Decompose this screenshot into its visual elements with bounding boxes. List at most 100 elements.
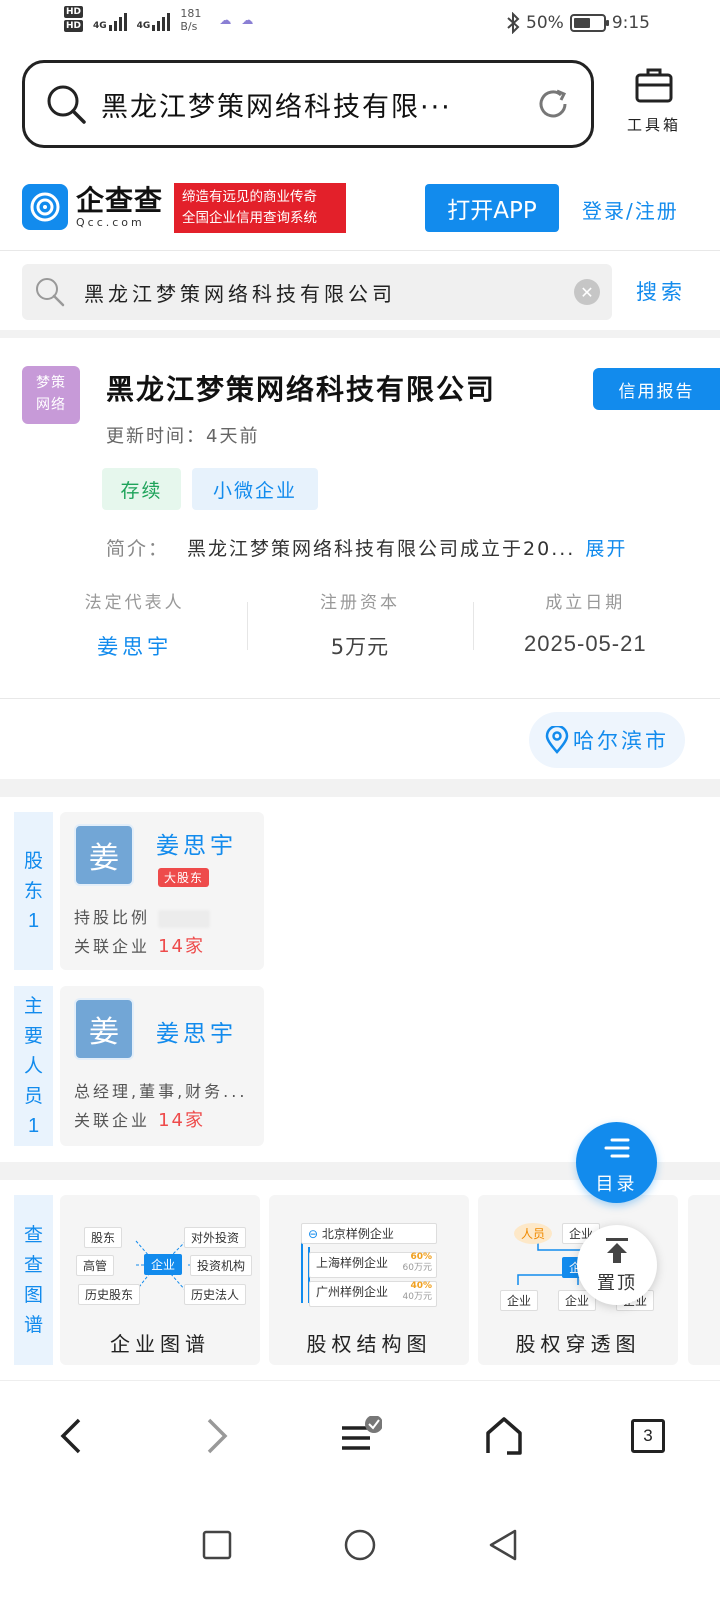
search-icon	[36, 278, 65, 307]
expand-intro-link[interactable]: 展开	[585, 538, 627, 560]
structure-row-root: ⊖ 北京样例企业	[301, 1223, 437, 1244]
qcc-logo[interactable]: 企查查 Qcc.com	[22, 184, 163, 230]
side-label-char: 股	[23, 850, 43, 872]
speed-value: 181	[180, 7, 202, 20]
side-label-char: 主	[23, 995, 43, 1017]
chevron-right-icon	[207, 1418, 228, 1453]
graph-node: 企业	[500, 1290, 539, 1311]
chevron-left-icon	[60, 1418, 81, 1453]
section-gap	[0, 330, 720, 338]
network-speed: 181 B/s	[180, 7, 201, 33]
equity-structure-card[interactable]: ⊖ 北京样例企业 上海样例企业 60% 60万元 广州样例企业 40% 40万元 股…	[269, 1195, 469, 1365]
divider	[0, 250, 720, 251]
company-name: 黑龙江梦策网络科技有限公司	[106, 373, 497, 406]
forward-button[interactable]	[176, 1396, 256, 1476]
side-label-char: 要	[23, 1025, 43, 1047]
back-triangle-icon[interactable]	[487, 1528, 519, 1562]
company-logo-line-1: 梦策	[36, 375, 66, 391]
graph-node: 历史股东	[78, 1284, 141, 1305]
shareholders-side-label[interactable]: 股 东 1	[14, 812, 53, 970]
side-label-char: 人	[23, 1055, 43, 1077]
collapse-icon: ⊖	[308, 1227, 319, 1241]
structure-row: 广州样例企业 40% 40万元	[309, 1281, 437, 1307]
battery-percent: 50%	[526, 13, 564, 33]
menu-button[interactable]	[320, 1396, 400, 1476]
location-pin-icon	[545, 726, 569, 754]
enterprise-graph-card[interactable]: 股东 对外投资 高管 企业 投资机构 历史股东 历史法人 企业图谱	[60, 1195, 260, 1365]
shareholder-name[interactable]: 姜思宇	[156, 826, 237, 860]
staff-side-label[interactable]: 主 要 人 员 1	[14, 986, 53, 1146]
holding-ratio-row: 持股比例	[74, 904, 211, 928]
related-companies-row[interactable]: 关联企业 14家	[74, 1106, 205, 1132]
stat-founded-date: 成立日期 2025-05-21	[472, 588, 698, 668]
table-of-contents-button[interactable]: 目录	[576, 1122, 657, 1203]
slogan-line-1: 缔造有远见的商业传奇	[182, 189, 317, 205]
search-value: 黑龙江梦策网络科技有限公司	[84, 281, 396, 306]
staff-card[interactable]: 姜 姜思宇 总经理,董事,财务... 关联企业 14家	[60, 986, 264, 1146]
graph-node: 高管	[76, 1255, 115, 1276]
intro-text: 黑龙江梦策网络科技有限公司成立于20...	[187, 538, 576, 560]
toc-label: 目录	[595, 1174, 638, 1195]
speed-unit: B/s	[180, 20, 198, 33]
city-label: 哈尔滨市	[573, 729, 669, 753]
company-search-input[interactable]: 黑龙江梦策网络科技有限公司 ✕	[22, 264, 612, 320]
stat-label: 法定代表人	[84, 593, 185, 613]
address-bar[interactable]: 黑龙江梦策网络科技有限···	[22, 60, 594, 148]
status-left: HD HD 4G 4G 181 B/s ☁ ☁	[64, 6, 253, 34]
stat-registered-capital: 注册资本 5万元	[247, 588, 472, 668]
system-nav-bar	[0, 1490, 720, 1600]
status-right: 50% 9:15	[506, 12, 650, 34]
notification-icon: ☁	[219, 13, 232, 27]
notification-icon: ☁	[241, 13, 254, 27]
home-button[interactable]	[464, 1396, 544, 1476]
person-node: 人员	[514, 1223, 553, 1244]
related-label: 关联企业	[74, 1111, 151, 1130]
graphs-side-label[interactable]: 查 查 图 谱	[14, 1195, 53, 1365]
tabs-button[interactable]: 3	[608, 1396, 688, 1476]
related-unit: 家	[185, 1110, 206, 1131]
back-button[interactable]	[32, 1396, 112, 1476]
refresh-icon[interactable]	[535, 86, 571, 122]
status-bar: HD HD 4G 4G 181 B/s ☁ ☁ 50% 9:15	[0, 0, 720, 48]
toolbox-button[interactable]: 工具箱	[612, 66, 696, 135]
legal-rep-link[interactable]: 姜思宇	[22, 631, 247, 661]
side-label-char: 图	[23, 1284, 43, 1306]
share-amount: 60万元	[402, 1263, 432, 1273]
major-shareholder-badge: 大股东	[158, 868, 210, 887]
graph-card-title: 企业图谱	[110, 1332, 210, 1356]
shareholder-count: 1	[27, 910, 40, 932]
clock: 9:15	[611, 13, 650, 33]
scroll-to-top-button[interactable]: 置顶	[577, 1225, 657, 1305]
intro-label: 简介：	[106, 538, 170, 560]
staff-roles: 总经理,董事,财务...	[74, 1082, 248, 1101]
credit-report-button[interactable]: 信用报告	[593, 368, 720, 410]
next-graph-card-peek[interactable]	[688, 1195, 720, 1365]
search-button[interactable]: 搜索	[636, 276, 686, 306]
battery-icon	[569, 14, 609, 32]
shareholder-card[interactable]: 姜 姜思宇 大股东 持股比例 关联企业 14家	[60, 812, 264, 970]
structure-row-label: 上海样例企业	[316, 1256, 389, 1270]
login-register-link[interactable]: 登录/注册	[582, 195, 679, 224]
graph-node: 股东	[84, 1227, 123, 1248]
open-app-button[interactable]: 打开APP	[425, 184, 559, 232]
stat-label: 成立日期	[545, 593, 626, 613]
side-label-char: 查	[23, 1254, 43, 1276]
side-label-char: 员	[23, 1085, 43, 1107]
recents-icon[interactable]	[201, 1529, 233, 1561]
list-icon	[604, 1138, 629, 1158]
staff-name[interactable]: 姜思宇	[156, 1014, 237, 1048]
related-companies-row[interactable]: 关联企业 14家	[74, 932, 205, 958]
logo-en-text: Qcc.com	[76, 215, 145, 229]
share-percent: 60%	[410, 1252, 432, 1262]
menu-icon	[342, 1415, 382, 1450]
home-circle-icon[interactable]	[343, 1528, 377, 1562]
arrow-up-icon	[606, 1238, 628, 1263]
graph-card-title: 股权穿透图	[515, 1332, 641, 1356]
company-key-stats: 法定代表人 姜思宇 注册资本 5万元 成立日期 2025-05-21	[22, 588, 698, 668]
side-label-char: 谱	[23, 1314, 43, 1336]
clear-search-button[interactable]: ✕	[574, 279, 600, 305]
stat-value: 2025-05-21	[524, 631, 647, 656]
logo-cn-text: 企查查	[76, 183, 164, 217]
toolbox-label: 工具箱	[626, 116, 681, 134]
city-location-chip[interactable]: 哈尔滨市	[529, 712, 685, 768]
